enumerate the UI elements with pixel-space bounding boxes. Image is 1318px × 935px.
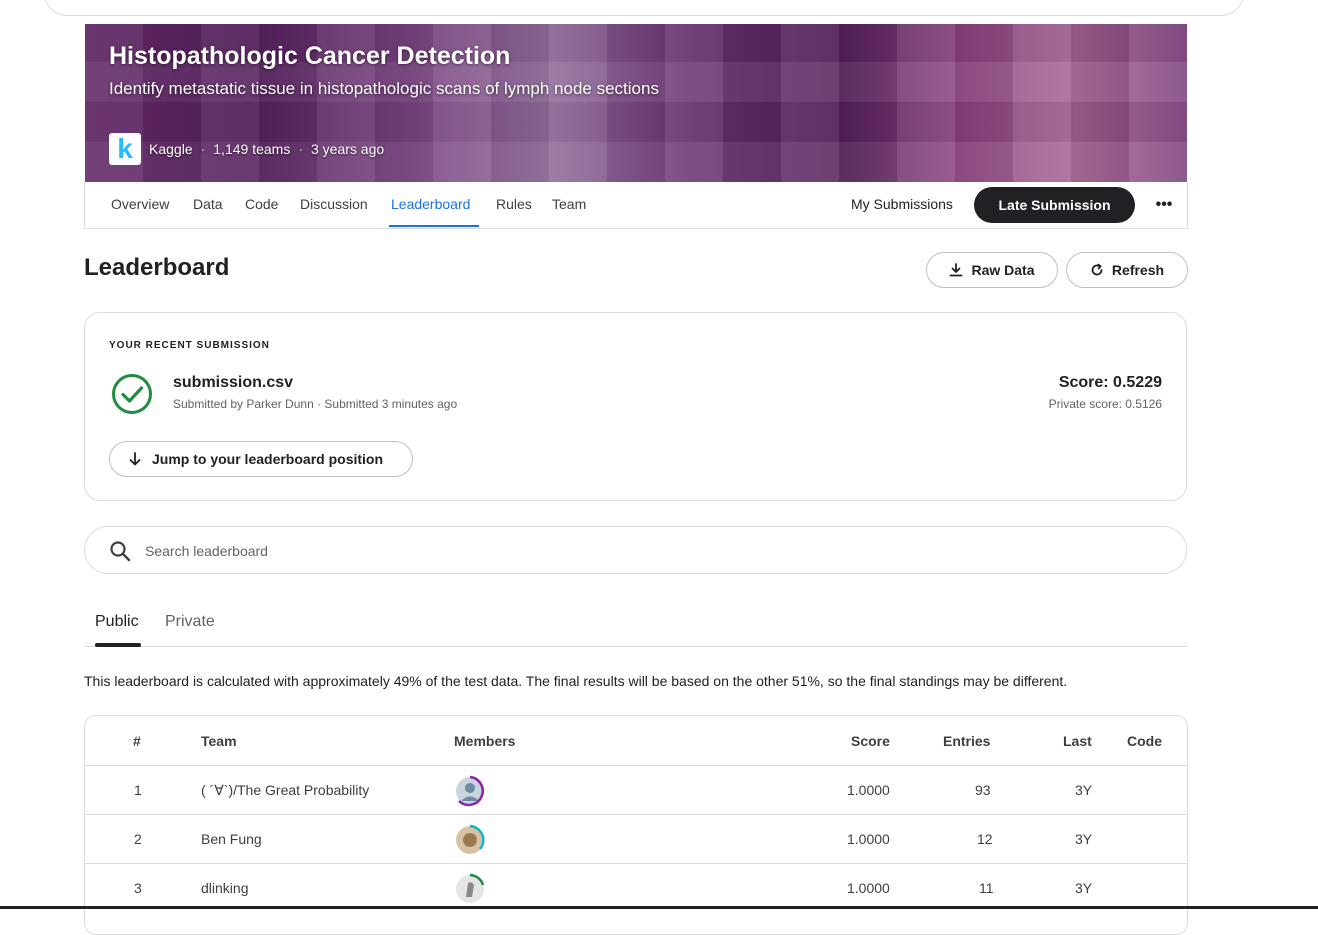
row-entries: 11 xyxy=(979,880,994,896)
site-search-bar[interactable] xyxy=(44,0,1244,16)
member-avatar[interactable] xyxy=(454,775,486,807)
row-team[interactable]: ( ´∀`)/The Great Probability xyxy=(201,782,369,799)
competition-age: 3 years ago xyxy=(311,141,385,157)
row-last: 3Y xyxy=(1075,831,1093,847)
member-avatar[interactable] xyxy=(454,873,486,905)
active-tab-indicator xyxy=(389,225,479,227)
tab-discussion[interactable]: Discussion xyxy=(300,196,368,212)
table-row[interactable]: 2 Ben Fung 1.0000 12 3Y xyxy=(85,814,1187,864)
row-entries: 93 xyxy=(975,782,991,798)
competition-banner: Histopathologic Cancer Detection Identif… xyxy=(85,24,1187,182)
leaderboard-note: This leaderboard is calculated with appr… xyxy=(84,673,1068,689)
team-count: 1,149 teams xyxy=(213,141,291,157)
refresh-label: Refresh xyxy=(1111,262,1165,278)
row-rank: 2 xyxy=(134,831,142,847)
kaggle-logo-icon[interactable]: k xyxy=(109,133,141,165)
search-icon xyxy=(110,541,131,562)
tab-leaderboard[interactable]: Leaderboard xyxy=(391,196,470,212)
download-icon xyxy=(950,263,963,277)
member-avatar[interactable] xyxy=(454,824,486,856)
competition-nav: Overview Data Code Discussion Leaderboar… xyxy=(84,182,1188,229)
row-score: 1.0000 xyxy=(847,831,890,847)
row-last: 3Y xyxy=(1075,880,1093,896)
row-entries: 12 xyxy=(977,831,993,847)
tab-rules[interactable]: Rules xyxy=(496,196,532,212)
active-subtab-indicator xyxy=(95,643,141,647)
meta-separator: · xyxy=(298,141,303,157)
recent-submission-card: YOUR RECENT SUBMISSION submission.csv Su… xyxy=(84,312,1187,501)
jump-to-position-button[interactable]: Jump to your leaderboard position xyxy=(109,441,413,477)
row-rank: 1 xyxy=(134,782,142,798)
row-last: 3Y xyxy=(1075,782,1093,798)
col-last-header[interactable]: Last xyxy=(1063,733,1092,749)
competition-title: Histopathologic Cancer Detection xyxy=(109,42,511,70)
raw-data-label: Raw Data xyxy=(971,262,1035,278)
competition-subtitle: Identify metastatic tissue in histopatho… xyxy=(109,79,659,98)
submission-private-score: Private score: 0.5126 xyxy=(1048,397,1162,411)
row-score: 1.0000 xyxy=(847,880,890,896)
late-submission-button[interactable]: Late Submission xyxy=(974,187,1135,223)
col-entries-header[interactable]: Entries xyxy=(943,733,990,749)
jump-label: Jump to your leaderboard position xyxy=(152,451,384,467)
table-row[interactable]: 1 ( ´∀`)/The Great Probability 1.0000 93… xyxy=(85,765,1187,815)
submission-filename[interactable]: submission.csv xyxy=(173,374,293,392)
recent-submission-label: YOUR RECENT SUBMISSION xyxy=(109,340,270,351)
tab-team[interactable]: Team xyxy=(552,196,586,212)
arrow-down-icon xyxy=(129,452,141,466)
meta-separator: · xyxy=(200,141,206,157)
submission-score: Score: 0.5229 xyxy=(1058,374,1162,391)
page-title: Leaderboard xyxy=(84,254,230,281)
col-members-header: Members xyxy=(454,733,516,749)
competition-meta: k Kaggle · 1,149 teams · 3 years ago xyxy=(109,133,384,165)
refresh-icon xyxy=(1091,263,1103,276)
success-check-icon xyxy=(112,374,152,414)
col-rank-header[interactable]: # xyxy=(133,733,141,749)
my-submissions-link[interactable]: My Submissions xyxy=(851,196,953,212)
submission-meta: Submitted by Parker Dunn · Submitted 3 m… xyxy=(173,397,458,411)
col-team-header[interactable]: Team xyxy=(201,733,237,749)
tab-overview[interactable]: Overview xyxy=(111,196,169,212)
search-input[interactable] xyxy=(143,537,1147,565)
tab-code[interactable]: Code xyxy=(245,196,278,212)
raw-data-button[interactable]: Raw Data xyxy=(926,252,1058,288)
row-rank: 3 xyxy=(134,880,142,896)
row-score: 1.0000 xyxy=(847,782,890,798)
tab-public[interactable]: Public xyxy=(95,613,139,631)
host-name[interactable]: Kaggle xyxy=(149,141,193,157)
col-score-header[interactable]: Score xyxy=(851,733,890,749)
subtabs-divider xyxy=(84,646,1188,647)
tab-data[interactable]: Data xyxy=(193,196,223,212)
row-team[interactable]: dlinking xyxy=(201,880,248,896)
row-team[interactable]: Ben Fung xyxy=(201,831,262,847)
more-options-icon[interactable]: ••• xyxy=(1149,190,1179,220)
leaderboard-search[interactable] xyxy=(84,526,1187,574)
refresh-button[interactable]: Refresh xyxy=(1066,252,1188,288)
tab-private[interactable]: Private xyxy=(165,613,215,631)
leaderboard-table: # Team Members Score Entries Last Code 1… xyxy=(84,715,1188,935)
col-code-header: Code xyxy=(1127,733,1162,749)
